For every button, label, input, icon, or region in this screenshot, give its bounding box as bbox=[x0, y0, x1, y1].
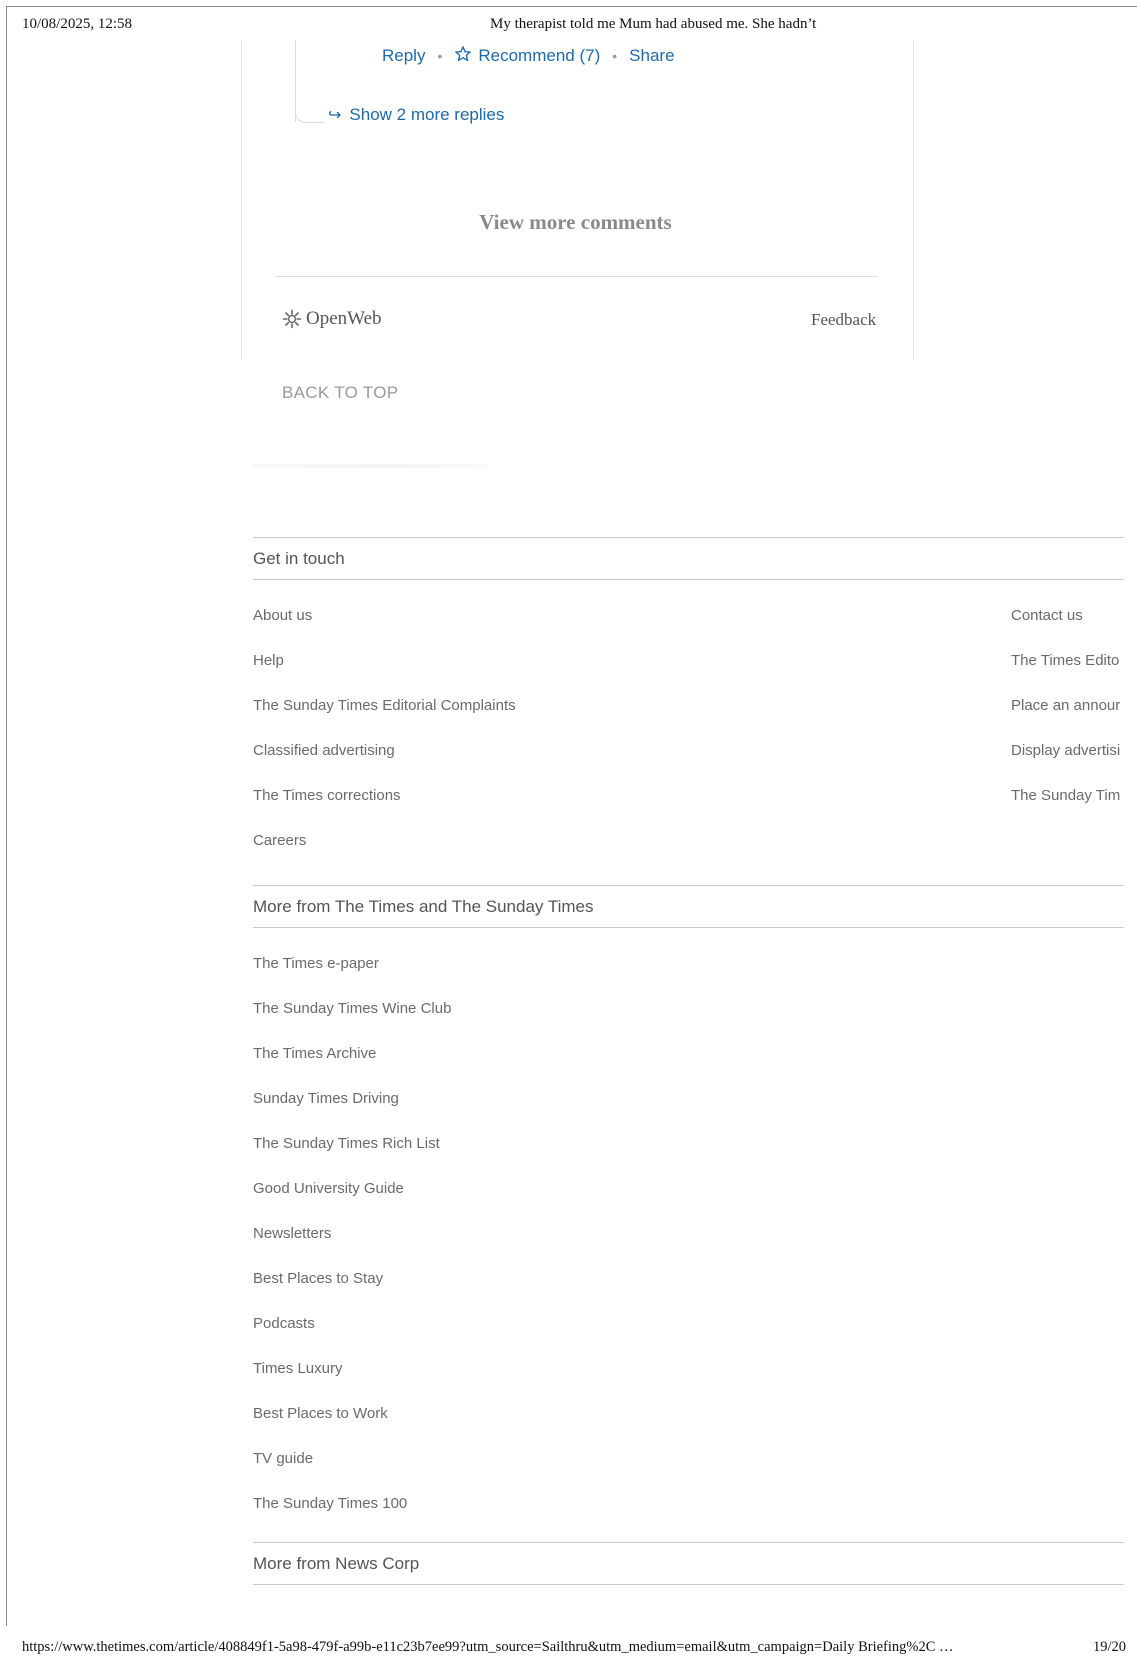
footer-link-driving[interactable]: Sunday Times Driving bbox=[253, 1090, 399, 1107]
print-datetime: 10/08/2025, 12:58 bbox=[22, 16, 133, 32]
footer-link-times-luxury[interactable]: Times Luxury bbox=[253, 1360, 342, 1377]
more-from-news-corp-heading: More from News Corp bbox=[253, 1554, 420, 1573]
footer-link-tv-guide[interactable]: TV guide bbox=[253, 1450, 313, 1467]
openweb-label: OpenWeb bbox=[306, 308, 382, 329]
section-rule bbox=[253, 537, 1124, 538]
footer-link-podcasts[interactable]: Podcasts bbox=[253, 1315, 315, 1332]
footer-link-sunday-times[interactable]: The Sunday Tim bbox=[1011, 787, 1124, 804]
section-rule bbox=[253, 1584, 1124, 1585]
footer-link-times-editorial[interactable]: The Times Edito bbox=[1011, 652, 1124, 669]
footer-link-sunday-times-100[interactable]: The Sunday Times 100 bbox=[253, 1495, 407, 1512]
recommend-button[interactable]: Recommend (7) bbox=[454, 45, 600, 66]
faded-logo-placeholder bbox=[252, 464, 487, 468]
share-button[interactable]: Share bbox=[629, 46, 674, 66]
separator-dot: • bbox=[437, 47, 443, 64]
footer-link-e-paper[interactable]: The Times e-paper bbox=[253, 955, 379, 972]
section-rule bbox=[253, 927, 1124, 928]
recommend-label: Recommend (7) bbox=[478, 46, 601, 65]
section-rule bbox=[253, 579, 1124, 580]
comment-actions: Reply • Recommend (7) • Share bbox=[382, 45, 675, 66]
thread-connector bbox=[295, 100, 324, 123]
reply-arrow-icon: ↪ bbox=[328, 107, 342, 124]
separator-dot: • bbox=[612, 47, 618, 64]
footer-link-contact-us[interactable]: Contact us bbox=[1011, 607, 1124, 624]
footer-link-wine-club[interactable]: The Sunday Times Wine Club bbox=[253, 1000, 451, 1017]
panel-divider bbox=[275, 276, 878, 277]
footer-link-place-announcement[interactable]: Place an annour bbox=[1011, 697, 1124, 714]
footer-link-about-us[interactable]: About us bbox=[253, 607, 312, 624]
footer-link-editorial-complaints[interactable]: The Sunday Times Editorial Complaints bbox=[253, 697, 516, 714]
print-page-number: 19/20 bbox=[1093, 1639, 1127, 1655]
footer-link-times-archive[interactable]: The Times Archive bbox=[253, 1045, 376, 1062]
footer-link-classified-advertising[interactable]: Classified advertising bbox=[253, 742, 395, 759]
footer-link-rich-list[interactable]: The Sunday Times Rich List bbox=[253, 1135, 440, 1152]
footer-link-times-corrections[interactable]: The Times corrections bbox=[253, 787, 401, 804]
view-more-comments-button[interactable]: View more comments bbox=[0, 210, 1137, 235]
more-from-times-heading: More from The Times and The Sunday Times bbox=[253, 897, 594, 916]
feedback-link[interactable]: Feedback bbox=[811, 310, 876, 330]
footer-link-best-places-to-work[interactable]: Best Places to Work bbox=[253, 1405, 388, 1422]
section-rule bbox=[253, 1542, 1124, 1543]
star-icon bbox=[455, 46, 472, 62]
footer-link-careers[interactable]: Careers bbox=[253, 832, 306, 849]
print-title: My therapist told me Mum had abused me. … bbox=[490, 16, 817, 32]
print-frame-top bbox=[6, 6, 1137, 7]
openweb-logo-icon bbox=[282, 309, 302, 329]
show-more-replies-button[interactable]: ↪ Show 2 more replies bbox=[328, 105, 504, 125]
section-rule bbox=[253, 885, 1124, 886]
print-url: https://www.thetimes.com/article/408849f… bbox=[22, 1639, 954, 1655]
footer-link-newsletters[interactable]: Newsletters bbox=[253, 1225, 331, 1242]
back-to-top-link[interactable]: BACK TO TOP bbox=[282, 383, 398, 403]
footer-link-help[interactable]: Help bbox=[253, 652, 284, 669]
openweb-brand[interactable]: OpenWeb bbox=[282, 308, 382, 330]
footer-link-university-guide[interactable]: Good University Guide bbox=[253, 1180, 404, 1197]
show-replies-label: Show 2 more replies bbox=[349, 105, 505, 124]
footer-link-best-places-to-stay[interactable]: Best Places to Stay bbox=[253, 1270, 383, 1287]
get-in-touch-heading: Get in touch bbox=[253, 549, 345, 568]
print-frame-left bbox=[6, 6, 7, 1626]
footer-link-display-advertising[interactable]: Display advertisi bbox=[1011, 742, 1124, 759]
reply-button[interactable]: Reply bbox=[382, 46, 425, 66]
